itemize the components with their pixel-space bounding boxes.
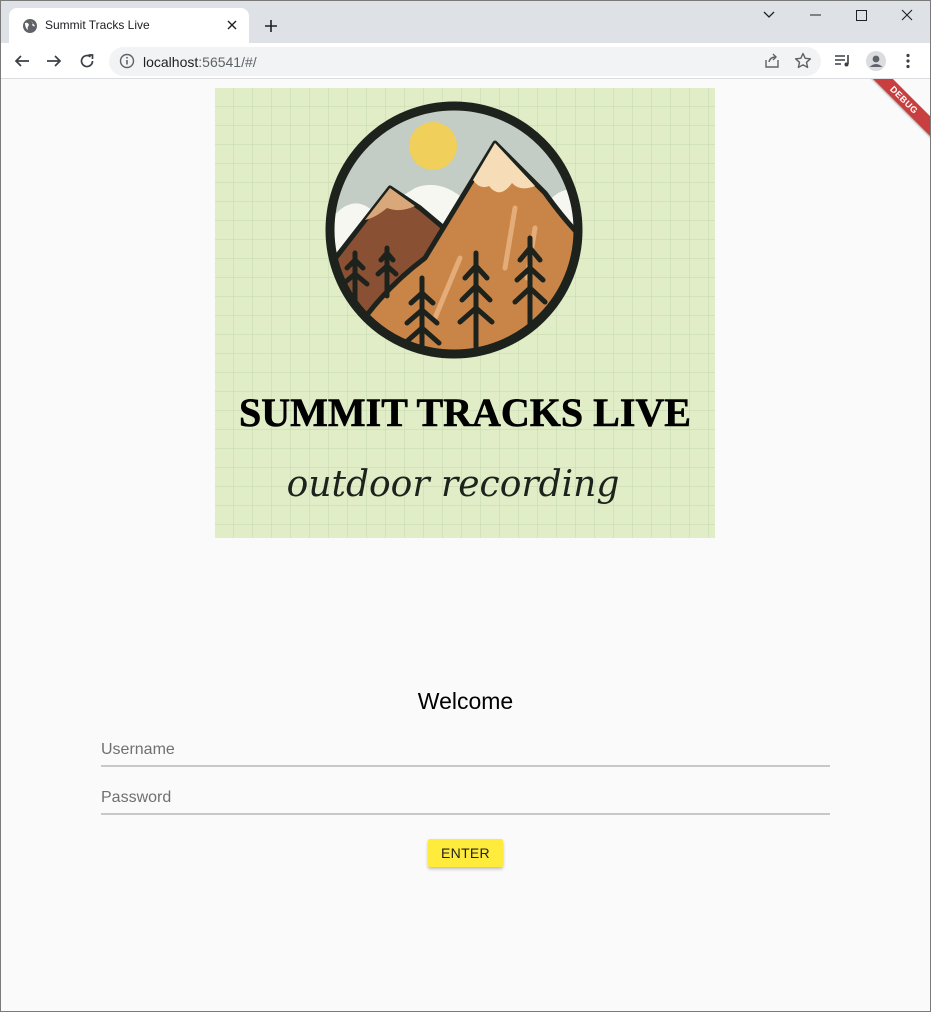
back-arrow-icon[interactable] <box>11 50 33 72</box>
globe-icon <box>23 19 37 33</box>
username-field[interactable] <box>101 727 830 767</box>
tab-search-chevron-icon[interactable] <box>758 4 780 26</box>
logo-title: SUMMIT TRACKS LIVE <box>239 390 691 435</box>
browser-toolbar: localhost:56541/#/ <box>0 43 931 79</box>
password-field[interactable] <box>101 775 830 815</box>
password-input[interactable] <box>101 789 830 807</box>
debug-banner: DEBUG <box>860 79 931 144</box>
welcome-heading: Welcome <box>417 688 514 714</box>
tab-title: Summit Tracks Live <box>45 18 150 32</box>
minimize-icon[interactable] <box>804 4 826 26</box>
logo-subtitle: outdoor recording <box>287 464 620 505</box>
username-input[interactable] <box>101 741 830 759</box>
site-info-icon[interactable] <box>119 53 135 69</box>
maximize-icon[interactable] <box>850 4 872 26</box>
browser-tab[interactable]: Summit Tracks Live <box>9 8 249 43</box>
forward-arrow-icon[interactable] <box>43 50 65 72</box>
bookmark-star-icon[interactable] <box>793 51 813 71</box>
browser-titlebar: Summit Tracks Live <box>0 0 931 43</box>
reload-icon[interactable] <box>76 50 98 72</box>
kebab-menu-icon[interactable] <box>897 50 919 72</box>
enter-button[interactable]: ENTER <box>428 839 503 867</box>
media-playlist-icon[interactable] <box>832 50 854 72</box>
app-page: SUMMIT TRACKS LIVE outdoor recording DEB… <box>0 79 931 1012</box>
summit-tracks-logo: SUMMIT TRACKS LIVE outdoor recording <box>215 88 715 538</box>
url-text[interactable]: localhost:56541/#/ <box>143 54 257 70</box>
close-window-icon[interactable] <box>896 4 918 26</box>
new-tab-icon[interactable] <box>260 15 282 37</box>
share-icon[interactable] <box>762 51 782 71</box>
profile-avatar-icon[interactable] <box>865 50 887 72</box>
close-tab-icon[interactable] <box>223 16 241 34</box>
address-bar[interactable]: localhost:56541/#/ <box>109 47 821 76</box>
